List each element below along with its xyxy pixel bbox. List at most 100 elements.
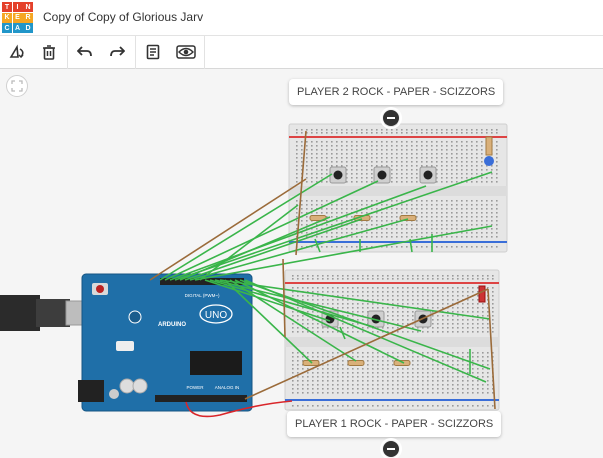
breadboard-hole [422,299,424,301]
breadboard-hole [432,291,434,293]
breadboard-hole [292,356,294,358]
breadboard-hole [411,149,413,151]
breadboard-hole [341,157,343,159]
breadboard-hole [371,224,373,226]
breadboard-hole [322,380,324,382]
breadboard-hole [432,295,434,297]
breadboard-hole [396,165,398,167]
breadboard-hole [472,331,474,333]
collapse-callout-player-2-button[interactable] [380,107,402,129]
breadboard-hole [341,220,343,222]
breadboard-hole [411,129,413,131]
breadboard-hole [466,208,468,210]
breadboard-hole [302,331,304,333]
breadboard-hole [451,177,453,179]
breadboard-hole [372,299,374,301]
breadboard-hole [332,380,334,382]
breadboard-hole [457,315,459,317]
tinkercad-logo[interactable]: TINKERCAD [2,2,33,33]
arduino-uno-board[interactable]: ARDUINO UNO DIGITAL (PWM~) POWER ANALOG … [78,273,253,412]
breadboard-hole [361,228,363,230]
breadboard-hole [307,323,309,325]
breadboard-hole [336,204,338,206]
breadboard-hole [342,275,344,277]
breadboard-hole [412,315,414,317]
circuit-canvas[interactable]: ARDUINO UNO DIGITAL (PWM~) POWER ANALOG … [0,69,603,458]
breadboard-hole [426,149,428,151]
breadboard-hole [306,216,308,218]
breadboard-hole [467,311,469,313]
document-title[interactable]: Copy of Copy of Glorious Jarv [43,10,203,24]
redo-button[interactable] [104,40,130,64]
breadboard-hole [311,177,313,179]
breadboard-hole [387,278,389,280]
breadboard-hole [447,405,449,407]
breadboard-hole [357,380,359,382]
breadboard-hole [302,388,304,390]
breadboard-hole [387,380,389,382]
breadboard-hole [407,315,409,317]
resistor[interactable] [347,360,365,366]
delete-button[interactable] [36,40,62,64]
breadboard-hole [456,181,458,183]
breadboard-hole [466,129,468,131]
breadboard-hole [452,384,454,386]
breadboard-hole [392,368,394,370]
breadboard-hole [337,405,339,407]
breadboard-hole [446,165,448,167]
breadboard-hole [491,246,493,248]
power-header-label: POWER [186,385,204,390]
breadboard-hole [462,392,464,394]
breadboard-hole [447,376,449,378]
breadboard-hole [481,132,483,134]
breadboard-hole [371,153,373,155]
breadboard-hole [337,380,339,382]
callout-player-2[interactable]: PLAYER 2 ROCK - PAPER - SCIZZORS [289,79,504,105]
breadboard-hole [446,200,448,202]
breadboard-hole [437,380,439,382]
breadboard-hole [357,295,359,297]
breadboard-hole [311,153,313,155]
breadboard-hole [357,311,359,313]
led[interactable] [484,156,494,166]
breadboard-hole [397,388,399,390]
breadboard-hole [381,232,383,234]
breadboard-hole [386,220,388,222]
breadboard-hole [406,132,408,134]
power-analog-header[interactable] [155,395,247,402]
breadboard-hole [382,356,384,358]
breadboard-hole [301,208,303,210]
breadboard-hole [377,275,379,277]
breadboard-hole [457,295,459,297]
breadboard-hole [477,376,479,378]
breadboard-hole [416,236,418,238]
jumper-wire-brown[interactable] [282,258,286,338]
rotate-button[interactable] [5,40,31,64]
led[interactable] [478,285,486,303]
callout-player-1[interactable]: PLAYER 1 ROCK - PAPER - SCIZZORS [287,411,502,437]
breadboard-hole [441,208,443,210]
breadboard-hole [352,295,354,297]
breadboard-hole [411,204,413,206]
breadboard-hole [451,132,453,134]
undo-button[interactable] [72,40,98,64]
breadboard-hole [412,291,414,293]
breadboard-hole [376,224,378,226]
breadboard-player-1[interactable] [284,269,500,411]
breadboard-hole [452,331,454,333]
breadboard-hole [296,181,298,183]
breadboard-hole [322,356,324,358]
breadboard-hole [337,303,339,305]
breadboard-hole [312,295,314,297]
breadboard-hole [326,129,328,131]
breadboard-hole [312,372,314,374]
breadboard-hole [482,360,484,362]
breadboard-hole [356,228,358,230]
notes-button[interactable] [140,40,166,64]
resistor[interactable] [485,136,493,156]
breadboard-hole [461,132,463,134]
visibility-button[interactable] [173,40,199,64]
collapse-callout-player-1-button[interactable] [380,438,402,458]
breadboard-hole [396,149,398,151]
breadboard-hole [446,169,448,171]
